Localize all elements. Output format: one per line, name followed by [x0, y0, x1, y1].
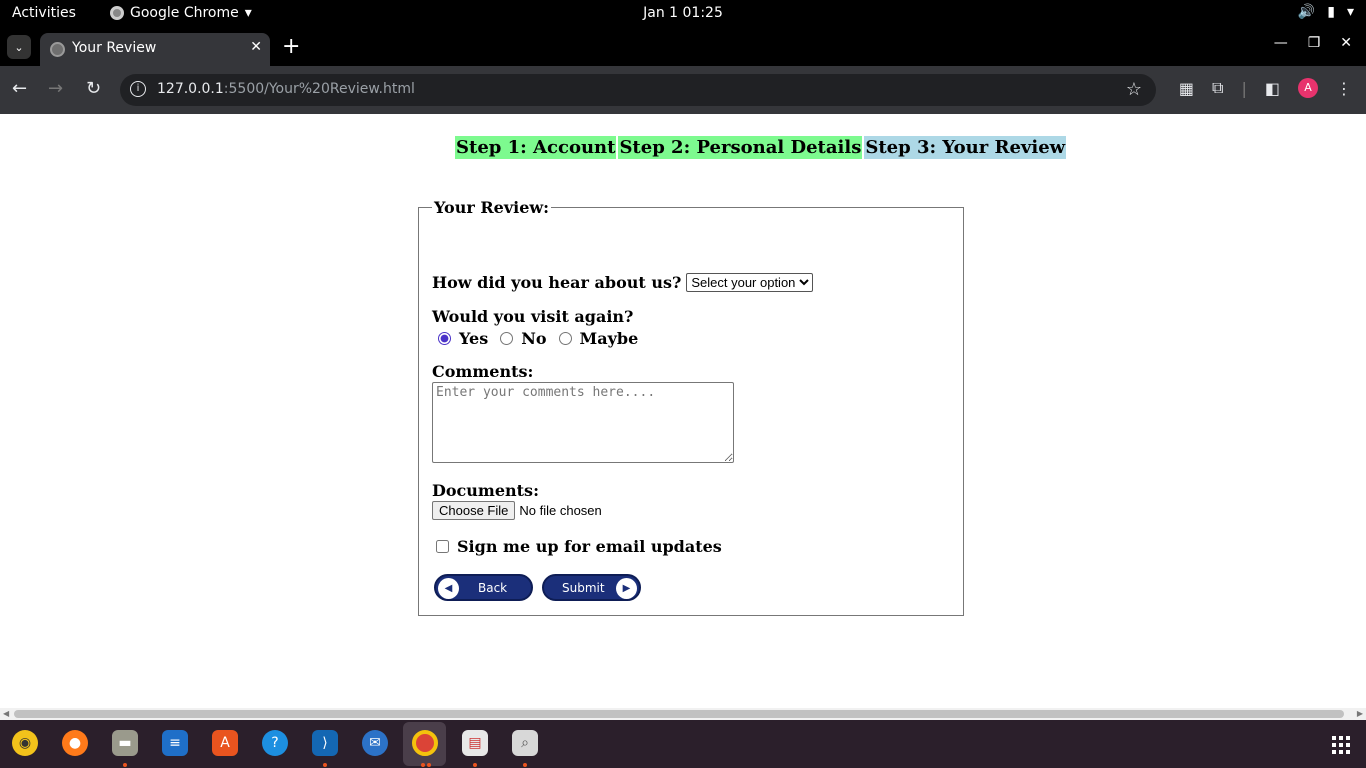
- step-indicator: Step 1: Account Step 2: Personal Details…: [455, 136, 1067, 159]
- visit-again-row: Would you visit again? Yes No Maybe: [432, 307, 646, 348]
- choose-file-button[interactable]: Choose File: [432, 501, 516, 520]
- radio-no[interactable]: [500, 332, 514, 345]
- thunderbird-icon[interactable]: ✉: [362, 730, 388, 756]
- clock[interactable]: Jan 1 01:25: [0, 5, 1366, 21]
- dock: ◉ ● ▬ ≡ A ? ⟩ ✉ ▤ ⌕: [0, 720, 1366, 768]
- visit-again-label: Would you visit again?: [432, 307, 634, 326]
- comments-label: Comments:: [432, 362, 534, 381]
- comments-row: Comments:: [432, 362, 734, 463]
- side-panel-icon[interactable]: ◧: [1265, 79, 1280, 98]
- chrome-icon[interactable]: [412, 730, 438, 756]
- files-icon[interactable]: ▬: [112, 730, 138, 756]
- step-2-personal-details: Step 2: Personal Details: [618, 136, 863, 159]
- qr-code-icon[interactable]: ▦: [1179, 79, 1194, 98]
- submit-button-label: Submit: [562, 581, 605, 595]
- firefox-icon[interactable]: ●: [62, 730, 88, 756]
- arrow-right-icon: ▶: [616, 578, 637, 599]
- help-icon[interactable]: ?: [262, 730, 288, 756]
- caret-down-icon: ▾: [1346, 4, 1354, 20]
- file-status: No file chosen: [519, 503, 602, 518]
- menu-kebab-icon[interactable]: ⋮: [1336, 79, 1352, 98]
- tab-strip: ⌄ Your Review ✕ + — ❐ ✕: [0, 27, 1366, 66]
- radio-maybe[interactable]: [558, 332, 572, 345]
- review-fieldset: Your Review: How did you hear about us? …: [418, 198, 964, 616]
- tab-title: Your Review: [72, 40, 157, 56]
- step-1-account: Step 1: Account: [455, 136, 617, 159]
- app-grid-icon[interactable]: [1332, 736, 1350, 754]
- back-arrow-icon[interactable]: ←: [12, 78, 27, 99]
- scrollbar-thumb[interactable]: [14, 710, 1344, 718]
- horizontal-scrollbar[interactable]: ◀ ▶: [0, 708, 1366, 720]
- email-updates-label: Sign me up for email updates: [457, 537, 722, 556]
- divider: |: [1241, 78, 1247, 98]
- back-button-label: Back: [478, 581, 508, 595]
- running-indicator: [323, 763, 327, 767]
- image-viewer-icon[interactable]: ⌕: [512, 730, 538, 756]
- visit-again-radio-group: Yes No Maybe: [436, 329, 646, 348]
- favicon-icon: [50, 42, 65, 57]
- documents-label: Documents:: [432, 481, 539, 500]
- email-updates-checkbox[interactable]: [436, 540, 449, 553]
- scroll-right-icon[interactable]: ▶: [1357, 708, 1363, 720]
- close-tab-icon[interactable]: ✕: [250, 39, 262, 55]
- restore-icon[interactable]: ❐: [1308, 35, 1321, 51]
- site-info-icon[interactable]: i: [130, 81, 146, 97]
- url-host: 127.0.0.1: [157, 81, 224, 97]
- chevron-down-icon: ⌄: [14, 40, 24, 54]
- text-editor-icon[interactable]: ▤: [462, 730, 488, 756]
- fieldset-legend: Your Review:: [434, 198, 550, 217]
- rhythmbox-icon[interactable]: ◉: [12, 730, 38, 756]
- running-indicator: [427, 763, 431, 767]
- system-top-bar: Activities Google Chrome ▾ Jan 1 01:25 🔊…: [0, 0, 1366, 27]
- radio-maybe-label: Maybe: [579, 329, 639, 348]
- volume-icon: 🔊: [1297, 4, 1316, 20]
- toolbar-actions: ▦ ⧉ | ◧ A ⋮: [1179, 78, 1352, 98]
- documents-row: Documents: Choose File No file chosen: [432, 481, 602, 520]
- close-window-icon[interactable]: ✕: [1340, 35, 1352, 51]
- radio-yes-label: Yes: [459, 329, 489, 348]
- reload-icon[interactable]: ↻: [86, 78, 101, 99]
- page-content: Step 1: Account Step 2: Personal Details…: [0, 114, 1366, 708]
- bookmark-star-icon[interactable]: ☆: [1126, 79, 1142, 100]
- system-tray[interactable]: 🔊 ▮ ▾: [1298, 4, 1354, 20]
- new-tab-button[interactable]: +: [282, 34, 300, 59]
- running-indicator: [123, 763, 127, 767]
- file-input: Choose File No file chosen: [432, 501, 602, 520]
- hear-about-select[interactable]: Select your option: [686, 273, 814, 292]
- vscode-icon[interactable]: ⟩: [312, 730, 338, 756]
- running-indicator: [473, 763, 477, 767]
- battery-icon: ▮: [1327, 4, 1335, 20]
- submit-button[interactable]: Submit ▶: [542, 574, 641, 601]
- form-buttons: ◀ Back Submit ▶: [434, 574, 641, 601]
- extensions-icon[interactable]: ⧉: [1212, 78, 1223, 98]
- app-center-icon[interactable]: A: [212, 730, 238, 756]
- arrow-left-icon: ◀: [438, 578, 459, 599]
- scroll-left-icon[interactable]: ◀: [3, 708, 9, 720]
- minimize-icon[interactable]: —: [1274, 35, 1288, 51]
- back-button[interactable]: ◀ Back: [434, 574, 533, 601]
- hear-about-row: How did you hear about us? Select your o…: [432, 273, 814, 292]
- browser-toolbar: ← → ↻ i 127.0.0.1:5500/Your%20Review.htm…: [0, 66, 1366, 114]
- running-indicator: [523, 763, 527, 767]
- radio-no-label: No: [521, 329, 547, 348]
- writer-icon[interactable]: ≡: [162, 730, 188, 756]
- hear-about-label: How did you hear about us?: [432, 273, 682, 292]
- window-controls: — ❐ ✕: [1274, 35, 1352, 51]
- tab-search-button[interactable]: ⌄: [7, 35, 31, 59]
- address-bar[interactable]: i 127.0.0.1:5500/Your%20Review.html ☆: [120, 74, 1156, 106]
- radio-yes[interactable]: [438, 332, 451, 345]
- forward-arrow-icon[interactable]: →: [48, 78, 63, 99]
- url-text[interactable]: 127.0.0.1:5500/Your%20Review.html: [157, 81, 415, 97]
- running-indicator: [421, 763, 425, 767]
- comments-textarea[interactable]: [432, 382, 734, 463]
- step-3-your-review: Step 3: Your Review: [864, 136, 1067, 159]
- tab-your-review[interactable]: Your Review ✕: [40, 33, 270, 66]
- url-path: :5500/Your%20Review.html: [223, 81, 415, 97]
- profile-avatar[interactable]: A: [1298, 78, 1318, 98]
- email-updates-row: Sign me up for email updates: [432, 537, 722, 556]
